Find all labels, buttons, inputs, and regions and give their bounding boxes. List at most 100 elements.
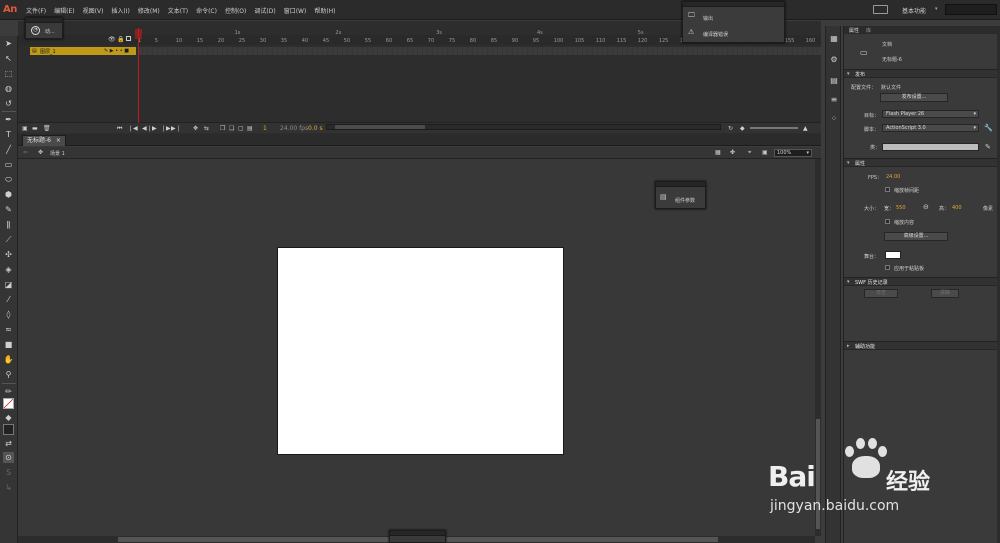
- width-tool-icon[interactable]: ≈: [3, 324, 14, 335]
- last-frame-icon[interactable]: ▶❘: [171, 125, 181, 132]
- frame-area[interactable]: [138, 55, 821, 125]
- current-frame-value[interactable]: 1: [263, 125, 267, 132]
- scrollbar-thumb[interactable]: [335, 125, 425, 129]
- swf-history-section-header[interactable]: ▾ SWF 历史记录: [844, 277, 1000, 286]
- smooth-icon[interactable]: S: [3, 467, 14, 478]
- loop-playback-icon[interactable]: ⇆: [204, 125, 209, 132]
- attributes-section-header[interactable]: ▾ 属性: [844, 158, 1000, 167]
- edit-symbol-icon[interactable]: ✤: [730, 149, 735, 156]
- help-search-input[interactable]: [945, 4, 997, 15]
- transform-panel-icon[interactable]: ≡: [828, 95, 840, 105]
- zoom-select[interactable]: 100% ▾: [774, 149, 812, 157]
- play-icon[interactable]: ▶: [152, 125, 157, 132]
- link-icon[interactable]: ⊖: [923, 203, 929, 211]
- target-select[interactable]: Flash Player 26 ▾: [882, 110, 979, 118]
- center-frame-icon[interactable]: ✥: [193, 125, 198, 132]
- onion-skin-icon[interactable]: ❐: [220, 125, 225, 132]
- menu-item[interactable]: 控制(O): [221, 6, 250, 15]
- subselection-tool-icon[interactable]: ↖: [3, 53, 14, 64]
- publish-section-header[interactable]: ▾ 发布: [844, 69, 1000, 78]
- new-folder-icon[interactable]: ▬: [32, 125, 38, 132]
- edit-pencil-icon[interactable]: ✎: [985, 143, 991, 151]
- text-tool-icon[interactable]: T: [3, 129, 14, 140]
- paint-bucket-tool-icon[interactable]: ◈: [3, 264, 14, 275]
- stroke-color-icon[interactable]: ✏: [3, 386, 14, 397]
- compiler-errors-link[interactable]: 编译器错误: [703, 31, 728, 38]
- close-icon[interactable]: ×: [56, 137, 61, 144]
- 3d-rotation-tool-icon[interactable]: ◍: [3, 83, 14, 94]
- loop-icon[interactable]: ⏮: [117, 125, 122, 133]
- step-forward-icon[interactable]: ❘▶: [161, 125, 171, 132]
- color-panel-icon[interactable]: ▦: [828, 34, 840, 44]
- frame-zoom-slider[interactable]: [750, 127, 798, 129]
- panel-grip[interactable]: [26, 18, 62, 23]
- panel-grip[interactable]: [390, 531, 445, 536]
- menu-item[interactable]: 插入(I): [107, 6, 133, 15]
- new-layer-icon[interactable]: ▣: [22, 125, 28, 132]
- swap-colors-icon[interactable]: ⇄: [3, 438, 14, 449]
- eye-icon[interactable]: 👁: [108, 36, 116, 43]
- output-panel-link[interactable]: 输出: [703, 15, 713, 22]
- workspace-switcher[interactable]: 基本功能: [902, 6, 926, 15]
- info-panel-icon[interactable]: ▤: [828, 76, 840, 86]
- free-transform-tool-icon[interactable]: ⬚: [3, 68, 14, 79]
- zoom-tool-icon[interactable]: ⚲: [3, 369, 14, 380]
- hand-tool-icon[interactable]: ✋: [3, 354, 14, 365]
- lock-icon[interactable]: 🔒: [117, 36, 124, 43]
- polystar-tool-icon[interactable]: ⬢: [3, 189, 14, 200]
- component-params-link[interactable]: 组件参数: [675, 197, 695, 204]
- scene-label[interactable]: 场景 1: [50, 150, 65, 157]
- panel-grip[interactable]: [656, 182, 705, 187]
- document-tab[interactable]: 无标题-6 ×: [22, 135, 66, 146]
- menu-item[interactable]: 调试(D): [250, 6, 279, 15]
- step-back-icon[interactable]: ◀❘: [142, 125, 152, 132]
- center-stage-icon[interactable]: ⌖: [748, 149, 751, 157]
- publish-settings-button[interactable]: 发布设置...: [880, 93, 948, 102]
- align-panel-icon[interactable]: ⚙: [828, 55, 840, 65]
- menu-item[interactable]: 文件(F): [22, 6, 50, 15]
- elapsed-time-value[interactable]: 0.0 s: [308, 125, 323, 132]
- straighten-icon[interactable]: ↳: [3, 482, 14, 493]
- selection-tool-icon[interactable]: ➤: [3, 38, 14, 49]
- fill-color-icon[interactable]: ◆: [3, 412, 14, 423]
- menu-item[interactable]: 文本(T): [164, 6, 192, 15]
- delete-layer-icon[interactable]: 🗑: [43, 125, 51, 132]
- scroll-to-playhead-icon[interactable]: ↻: [728, 125, 733, 132]
- workspace-layout-icon[interactable]: [873, 5, 888, 14]
- apply-pasteboard-checkbox[interactable]: [885, 265, 890, 270]
- pencil-tool-icon[interactable]: ✎: [3, 204, 14, 215]
- snap-to-objects-icon[interactable]: ⊙: [3, 452, 14, 463]
- panel-grip[interactable]: [683, 2, 784, 7]
- rectangle-tool-icon[interactable]: ▭: [3, 159, 14, 170]
- swf-log-button[interactable]: 日志: [864, 289, 898, 298]
- onion-outline-icon[interactable]: ❏: [229, 125, 234, 132]
- back-arrow-icon[interactable]: ⇦: [23, 149, 28, 156]
- brush-tool-icon[interactable]: ⟋: [3, 234, 14, 245]
- zoom-out-frames-icon[interactable]: ◆: [740, 125, 745, 132]
- lasso-tool-icon[interactable]: ↺: [3, 98, 14, 109]
- bone-tool-icon[interactable]: ✣: [3, 249, 14, 260]
- advanced-settings-button[interactable]: 高级设置...: [884, 232, 948, 241]
- chevron-down-icon[interactable]: ▾: [935, 6, 938, 12]
- collapsed-panel-tab[interactable]: [389, 530, 446, 543]
- onion-markers-icon[interactable]: ▤: [247, 125, 253, 132]
- width-value[interactable]: 550: [896, 205, 906, 211]
- eraser-tool-icon[interactable]: ◊: [3, 309, 14, 320]
- first-frame-icon[interactable]: ❘◀: [128, 125, 138, 132]
- layer-row[interactable]: ▤ 图层_1 ✎ ▶ • • ■: [30, 47, 136, 55]
- outline-icon[interactable]: [126, 36, 131, 41]
- stage-canvas[interactable]: [277, 247, 564, 455]
- line-tool-icon[interactable]: ╱: [3, 144, 14, 155]
- eyedropper-tool-icon[interactable]: ⁄: [3, 294, 14, 305]
- wrench-icon[interactable]: 🔧: [984, 124, 993, 132]
- menu-item[interactable]: 视图(V): [79, 6, 108, 15]
- swf-clear-button[interactable]: 清除: [931, 289, 959, 298]
- menu-item[interactable]: 窗口(W): [280, 6, 311, 15]
- motion-editor-floating-tab[interactable]: ◔ 动...: [25, 17, 63, 39]
- fill-color-swatch[interactable]: [3, 424, 14, 435]
- stage-color-swatch[interactable]: [885, 251, 901, 259]
- paint-brush-tool-icon[interactable]: ǁ: [3, 219, 14, 230]
- accessibility-section-header[interactable]: ▸ 辅助功能: [844, 341, 1000, 350]
- fps-value[interactable]: 24.00: [886, 174, 900, 180]
- menu-item[interactable]: 帮助(H): [310, 6, 339, 15]
